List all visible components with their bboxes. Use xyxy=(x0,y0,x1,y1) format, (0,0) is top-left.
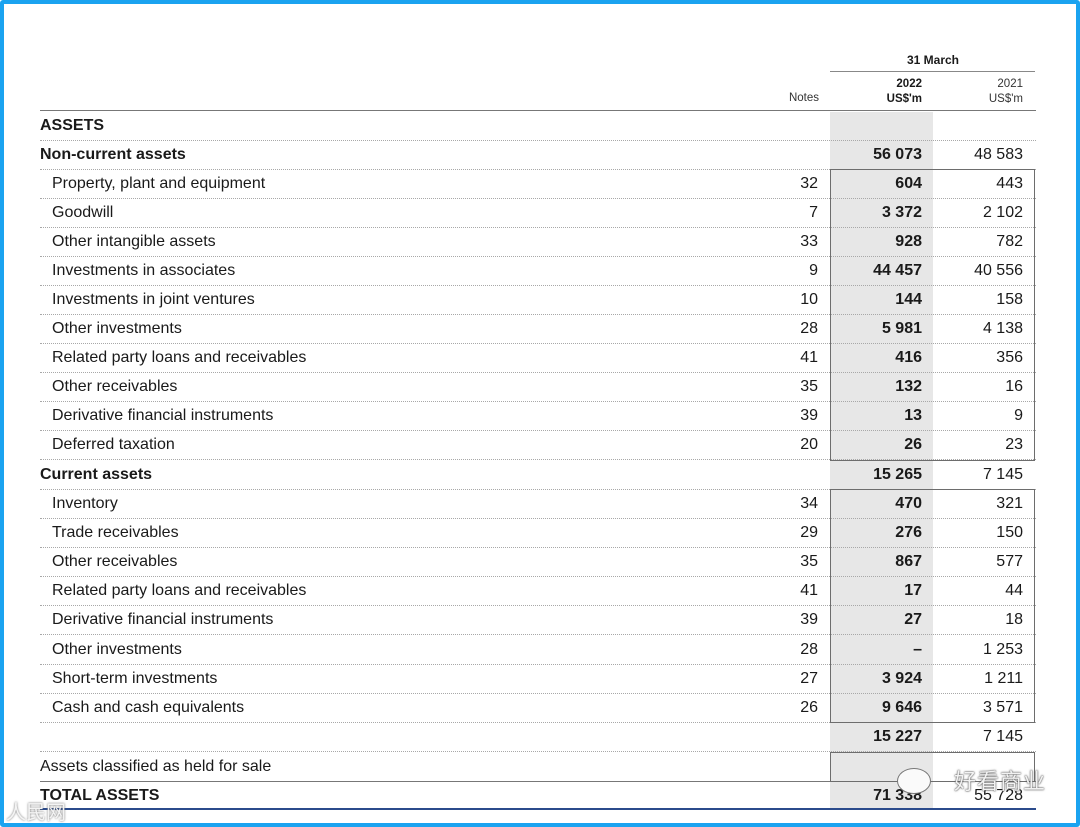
value-2021: 48 583 xyxy=(974,146,1023,163)
row-label: Related party loans and receivables xyxy=(52,349,307,366)
watermark-right: 好看商业 xyxy=(953,769,1046,794)
row-note: 39 xyxy=(800,611,818,628)
balance-sheet: 31 March 2022 US$'m 2021 US$'m Notes ASS… xyxy=(40,0,1036,827)
period-header-rule xyxy=(830,71,1035,72)
row-note: 26 xyxy=(800,699,818,716)
row-label: Other investments xyxy=(52,641,182,658)
total-row: TOTAL ASSETS 71 338 55 728 xyxy=(40,781,1036,810)
watermark-left: 人民网 xyxy=(6,802,66,824)
row-label: Derivative financial instruments xyxy=(52,611,274,628)
row-label: Trade receivables xyxy=(52,524,179,541)
row-label: Deferred taxation xyxy=(52,436,175,453)
row-label: Non-current assets xyxy=(40,146,186,163)
row-label: Other receivables xyxy=(52,553,178,570)
row-label: Other investments xyxy=(52,320,182,337)
row-note: 39 xyxy=(800,407,818,424)
total-underline xyxy=(40,808,1036,810)
year-prior: 2021 xyxy=(997,78,1023,90)
value-2022: 15 265 xyxy=(873,466,922,483)
row-note: 34 xyxy=(800,495,818,512)
table-row: Non-current assets 56 073 48 583 xyxy=(40,140,1036,170)
row-label: Property, plant and equipment xyxy=(52,175,266,192)
row-note: 33 xyxy=(800,233,818,250)
row-label: Cash and cash equivalents xyxy=(52,699,245,716)
row-note: 27 xyxy=(800,670,818,687)
row-note: 28 xyxy=(800,320,818,337)
value-2022: 56 073 xyxy=(873,146,922,163)
notes-column-header: Notes xyxy=(788,92,819,104)
row-label: Other receivables xyxy=(52,378,178,395)
row-label: Goodwill xyxy=(52,204,114,221)
row-label: Other intangible assets xyxy=(52,233,216,250)
period-header: 31 March xyxy=(906,53,960,67)
column-header-2022: 2022 US$'m xyxy=(830,77,922,107)
row-note: 35 xyxy=(800,553,818,570)
row-label: Related party loans and receivables xyxy=(52,582,307,599)
row-label: ASSETS xyxy=(40,117,105,134)
row-label: Assets classified as held for sale xyxy=(40,758,272,775)
table-row: Current assets 15 265 7 145 xyxy=(40,460,1036,490)
row-note: 20 xyxy=(800,436,818,453)
row-note: 29 xyxy=(800,524,818,541)
value-2021: 7 145 xyxy=(982,466,1023,483)
subtotal-row: 15 227 7 145 xyxy=(40,722,1036,752)
noncurrent-detail-box xyxy=(830,169,1035,461)
row-label: Investments in joint ventures xyxy=(52,291,255,308)
row-note: 28 xyxy=(800,641,818,658)
row-note: 35 xyxy=(800,378,818,395)
row-label: Investments in associates xyxy=(52,262,236,279)
row-note: 32 xyxy=(800,175,818,192)
row-note: 10 xyxy=(800,291,818,308)
row-label: Current assets xyxy=(40,466,153,483)
year-current: 2022 xyxy=(896,78,922,90)
row-label: Short-term investments xyxy=(52,670,218,687)
row-note: 41 xyxy=(800,349,818,366)
unit-prior: US$'m xyxy=(988,93,1023,105)
row-note: 41 xyxy=(800,582,818,599)
wechat-logo-icon xyxy=(897,768,931,794)
value-2021: 7 145 xyxy=(982,728,1023,745)
unit-current: US$'m xyxy=(886,93,922,105)
table-row: ASSETS xyxy=(40,111,1036,141)
row-label: Derivative financial instruments xyxy=(52,407,274,424)
column-header-2021: 2021 US$'m xyxy=(933,77,1023,107)
row-note: 9 xyxy=(809,262,818,279)
current-detail-box xyxy=(830,489,1035,723)
row-note: 7 xyxy=(809,204,818,221)
value-2022: 15 227 xyxy=(873,728,922,745)
row-label: Inventory xyxy=(52,495,118,512)
